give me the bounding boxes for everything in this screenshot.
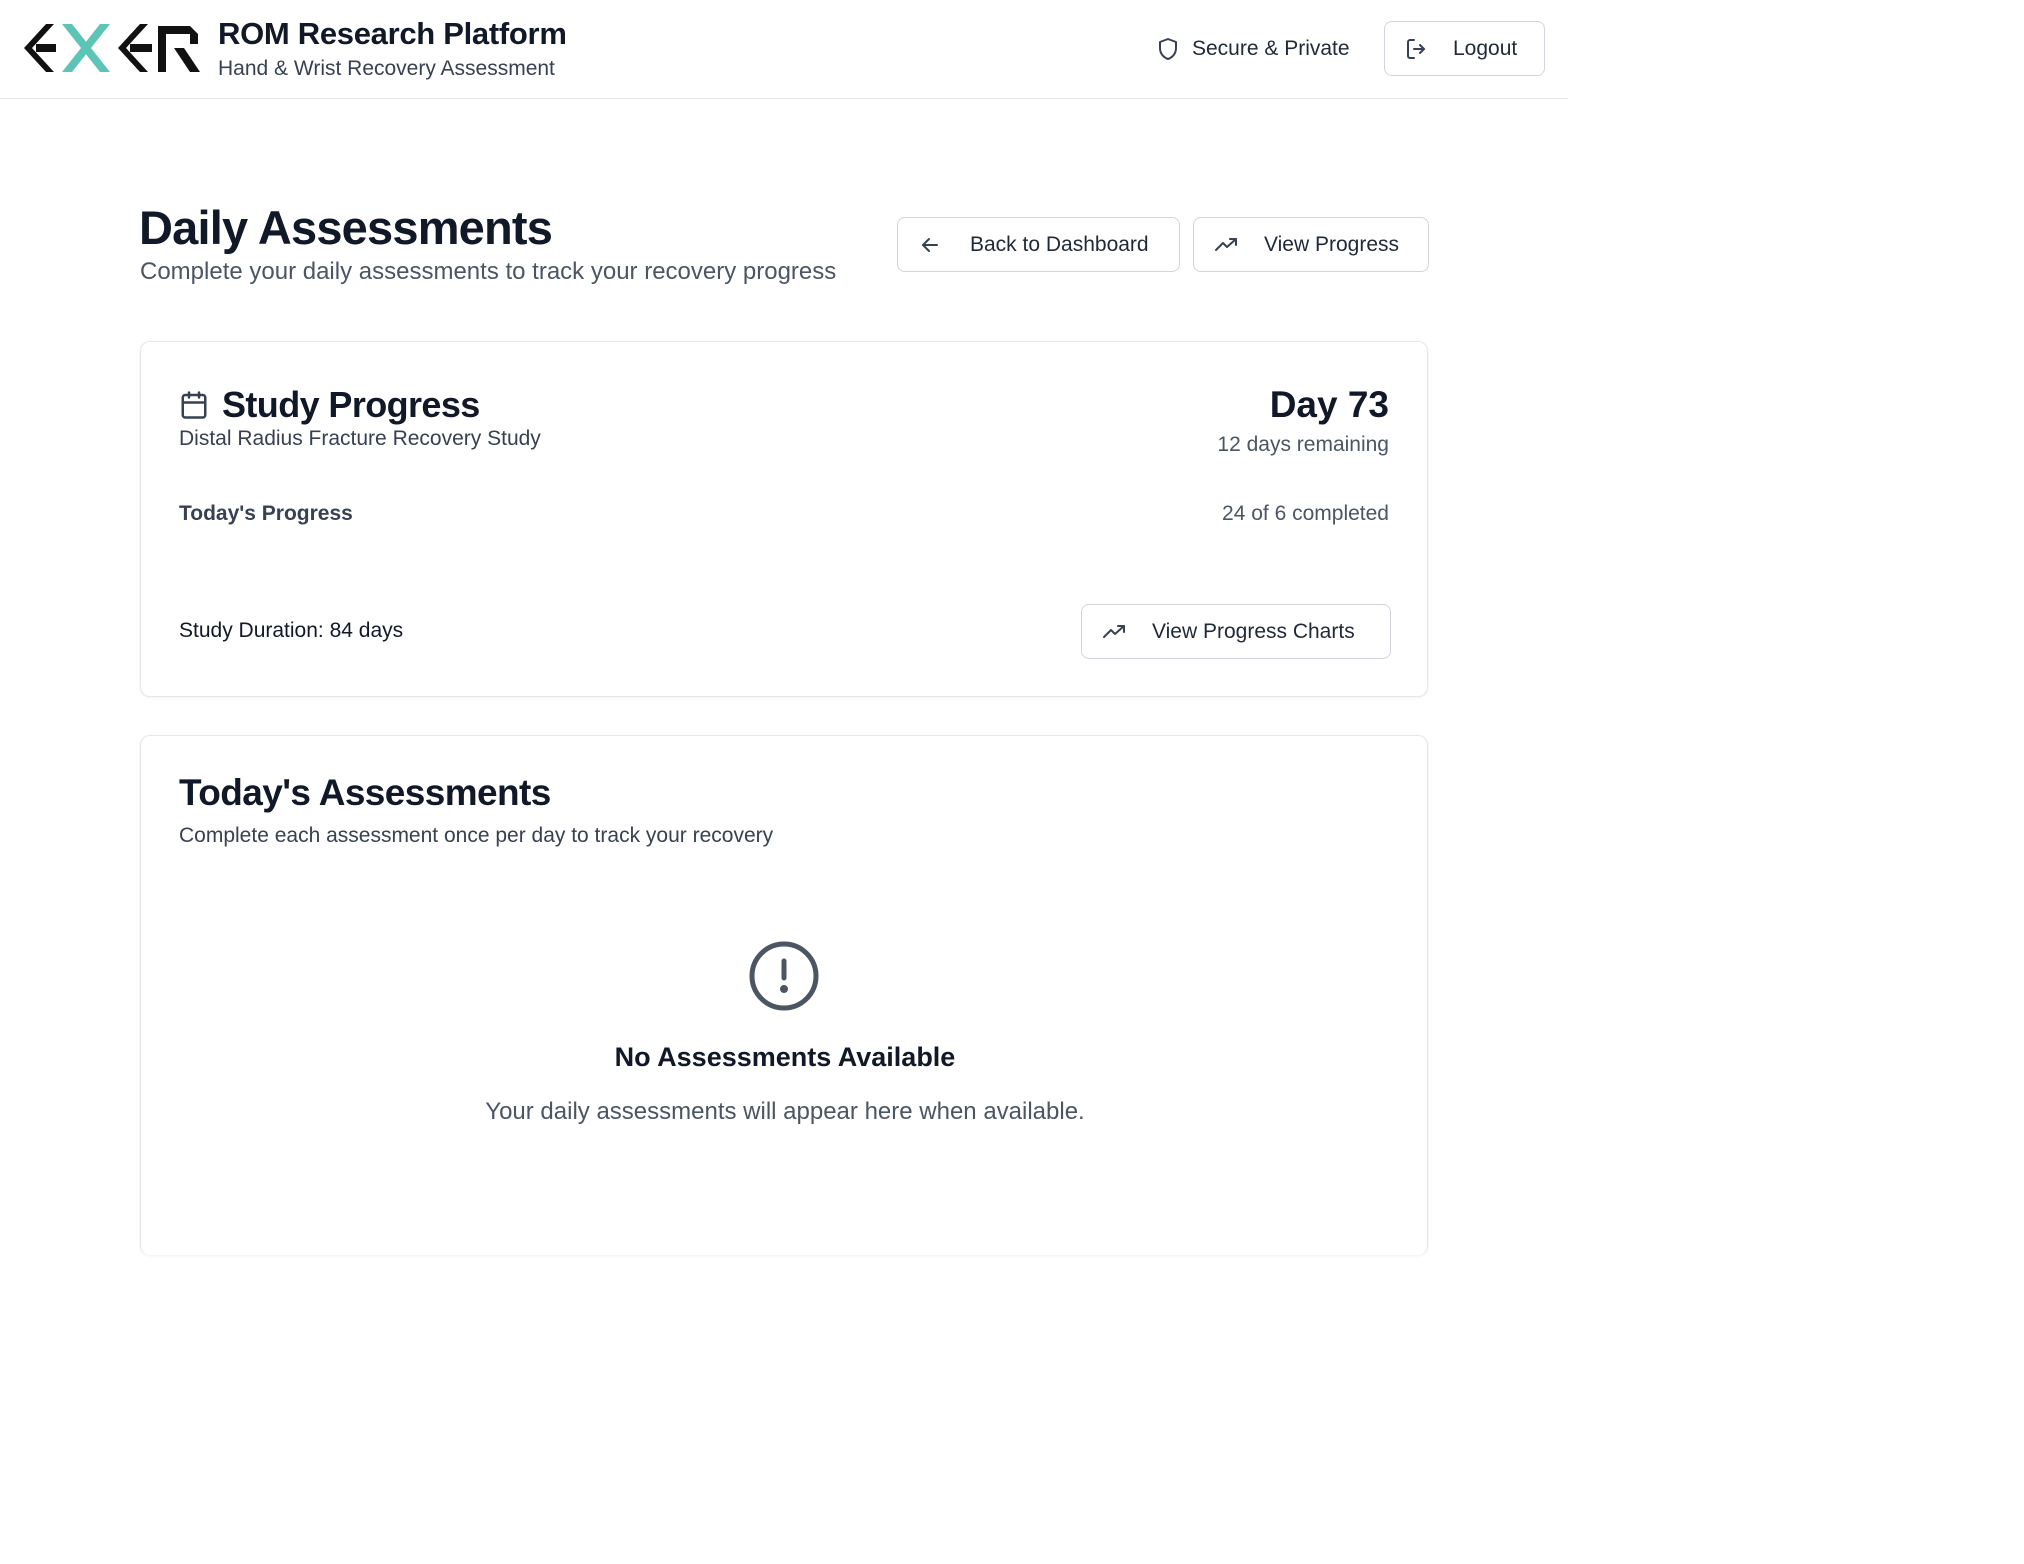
brand-subtitle: Hand & Wrist Recovery Assessment — [218, 57, 555, 80]
trending-up-icon — [1215, 237, 1237, 251]
calendar-icon — [181, 391, 207, 419]
exer-logo[interactable] — [22, 22, 200, 74]
days-remaining: 12 days remaining — [1217, 433, 1389, 456]
study-progress-card: Study Progress Distal Radius Fracture Re… — [140, 341, 1428, 697]
study-progress-title: Study Progress — [222, 384, 480, 425]
back-to-dashboard-label: Back to Dashboard — [970, 232, 1149, 256]
study-name: Distal Radius Fracture Recovery Study — [179, 427, 541, 450]
todays-progress-bar — [179, 548, 1390, 560]
page-title: Daily Assessments — [139, 201, 553, 254]
todays-assessments-card: Today's Assessments Complete each assess… — [140, 735, 1428, 1255]
view-progress-charts-button[interactable]: View Progress Charts — [1081, 604, 1391, 659]
brand-title: ROM Research Platform — [218, 16, 567, 51]
secure-badge: Secure & Private — [1156, 34, 1350, 64]
view-progress-button[interactable]: View Progress — [1193, 217, 1429, 272]
study-duration: Study Duration: 84 days — [179, 619, 404, 642]
logout-button[interactable]: Logout — [1384, 21, 1545, 76]
secure-label: Secure & Private — [1192, 37, 1350, 60]
completed-count: 24 of 6 completed — [1222, 502, 1389, 525]
logout-icon — [1407, 38, 1425, 59]
alert-circle-icon — [749, 941, 819, 1011]
empty-state-title: No Assessments Available — [614, 1042, 956, 1072]
todays-assessments-subtitle: Complete each assessment once per day to… — [179, 824, 774, 847]
view-progress-label: View Progress — [1264, 232, 1400, 256]
logout-label: Logout — [1453, 36, 1518, 60]
page-subtitle: Complete your daily assessments to track… — [140, 258, 837, 285]
arrow-left-icon — [922, 237, 938, 252]
study-day: Day 73 — [1269, 384, 1389, 425]
trending-up-icon — [1103, 624, 1125, 638]
shield-icon — [1159, 38, 1177, 60]
back-to-dashboard-button[interactable]: Back to Dashboard — [897, 217, 1180, 272]
view-progress-charts-label: View Progress Charts — [1152, 619, 1355, 643]
todays-assessments-title: Today's Assessments — [179, 772, 551, 813]
top-bar: ROM Research Platform Hand & Wrist Recov… — [0, 0, 1568, 99]
todays-progress-label: Today's Progress — [179, 502, 353, 525]
empty-state-subtitle: Your daily assessments will appear here … — [485, 1098, 1085, 1125]
